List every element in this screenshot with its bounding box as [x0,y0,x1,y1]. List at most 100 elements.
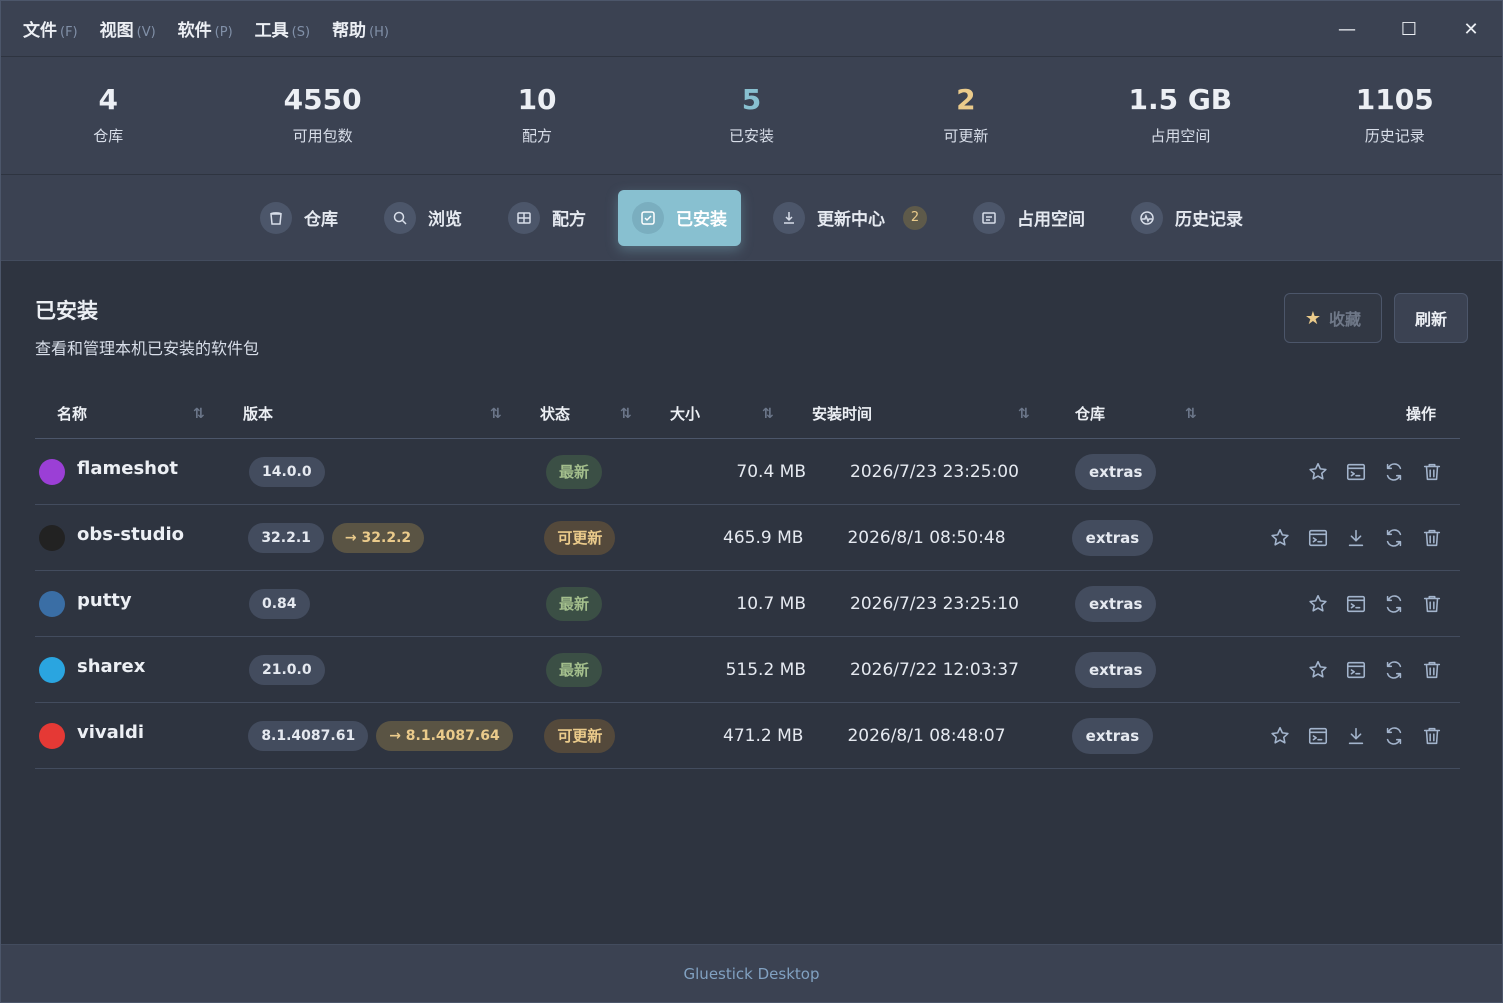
cell-actions [1270,458,1460,486]
menu-software[interactable]: 软件 (P) [178,16,233,41]
favorites-label: 收藏 [1328,310,1361,329]
terminal-icon[interactable] [1342,458,1370,486]
refresh-button[interactable]: 刷新 [1393,293,1468,343]
stat-updatable: 2 可更新 [859,57,1073,174]
package-name[interactable]: flameshot [77,458,178,479]
menu-view[interactable]: 视图 (V) [100,16,156,41]
stat-value: 5 [741,82,762,116]
app-window: 文件 (F) 视图 (V) 软件 (P) 工具 (S) 帮助 (H) — ☐ ✕… [0,0,1503,1003]
tab-buckets[interactable]: 仓库 [246,190,352,246]
reinstall-icon[interactable] [1380,656,1408,684]
uninstall-icon[interactable] [1418,524,1446,552]
status-badge: 最新 [546,586,603,621]
install-time: 2026/8/1 08:48:07 [847,725,1006,746]
page-subtitle: 查看和管理本机已安装的软件包 [35,339,260,358]
header-label: 名称 [57,405,88,423]
status-badge: 可更新 [544,718,616,753]
uninstall-icon[interactable] [1418,458,1446,486]
update-download-icon[interactable] [1342,524,1370,552]
repo-badge: extras [1075,585,1157,622]
tab-history[interactable]: 历史记录 [1117,190,1257,246]
favorite-icon[interactable] [1304,656,1332,684]
favorite-icon[interactable] [1304,590,1332,618]
tab-installed[interactable]: 已安装 [618,189,741,246]
col-time-header[interactable]: 安装时间 ⇅ [810,389,1075,438]
stat-value: 10 [517,82,557,116]
sort-icon[interactable]: ⇅ [193,406,205,422]
stat-label: 仓库 [93,127,124,146]
reinstall-icon[interactable] [1380,458,1408,486]
terminal-icon[interactable] [1342,590,1370,618]
favorite-icon[interactable] [1266,524,1294,552]
menu-file[interactable]: 文件 (F) [23,16,78,41]
uninstall-icon[interactable] [1418,656,1446,684]
tab-disk-usage[interactable]: 占用空间 [959,190,1099,246]
cell-actions [1270,656,1460,684]
sort-icon[interactable]: ⇅ [1018,406,1030,422]
new-version: → 8.1.4087.64 [376,720,513,751]
favorites-button[interactable]: ★ 收藏 [1283,293,1382,343]
terminal-icon[interactable] [1342,656,1370,684]
package-name[interactable]: obs-studio [77,524,184,545]
menu-label: 视图 [99,21,134,41]
cell-version: 0.84 [243,588,540,619]
reinstall-icon[interactable] [1380,590,1408,618]
col-version-header[interactable]: 版本 ⇅ [243,389,540,438]
uninstall-icon[interactable] [1418,722,1446,750]
cell-actions [1266,524,1460,552]
table-row[interactable]: sharex 21.0.0 最新 515.2 MB 2026/7/22 12:0… [35,637,1460,703]
cell-size: 70.4 MB [670,462,810,482]
sort-icon[interactable]: ⇅ [620,406,632,422]
cell-repo: extras [1075,585,1270,622]
stat-label: 占用空间 [1150,127,1211,146]
status-badge: 最新 [546,652,603,687]
maximize-button[interactable]: ☐ [1378,1,1440,57]
sort-icon[interactable]: ⇅ [762,406,774,422]
cell-size: 515.2 MB [670,660,810,680]
col-status-header[interactable]: 状态 ⇅ [540,389,670,438]
favorite-icon[interactable] [1266,722,1294,750]
favorite-icon[interactable] [1304,458,1332,486]
sort-icon[interactable]: ⇅ [490,406,502,422]
table-row[interactable]: vivaldi 8.1.4087.61 → 8.1.4087.64 可更新 47… [35,703,1460,769]
tab-update-center[interactable]: 更新中心 2 [759,190,941,246]
minimize-button[interactable]: — [1316,1,1378,57]
package-name[interactable]: sharex [77,656,145,677]
table-row[interactable]: obs-studio 32.2.1 → 32.2.2 可更新 465.9 MB … [35,505,1460,571]
update-download-icon[interactable] [1342,722,1370,750]
close-button[interactable]: ✕ [1440,1,1502,57]
sort-icon[interactable]: ⇅ [1185,406,1197,422]
table-row[interactable]: putty 0.84 最新 10.7 MB 2026/7/23 23:25:10… [35,571,1460,637]
cell-version: 14.0.0 [243,456,540,487]
table-row[interactable]: flameshot 14.0.0 最新 70.4 MB 2026/7/23 23… [35,439,1460,505]
package-name[interactable]: putty [77,590,132,611]
cell-status: 可更新 [538,718,668,753]
cell-version: 21.0.0 [243,654,540,685]
tab-browse[interactable]: 浏览 [370,190,476,246]
install-time: 2026/7/22 12:03:37 [850,659,1019,680]
package-name[interactable]: vivaldi [77,722,144,743]
reinstall-icon[interactable] [1380,524,1408,552]
menu-tools[interactable]: 工具 (S) [255,16,310,41]
cell-status: 最新 [540,652,670,687]
menu-help[interactable]: 帮助 (H) [332,16,389,41]
terminal-icon[interactable] [1304,722,1332,750]
cell-actions [1270,590,1460,618]
menu-label: 帮助 [332,21,367,41]
stat-available: 4550 可用包数 [215,57,429,174]
uninstall-icon[interactable] [1418,590,1446,618]
status-badge: 可更新 [544,520,616,555]
stat-history: 1105 历史记录 [1288,57,1502,174]
menu-accelerator: (P) [214,25,233,40]
footer-text: Gluestick Desktop [683,964,820,983]
tab-label: 配方 [552,210,586,230]
tab-recipes[interactable]: 配方 [494,190,600,246]
col-repo-header[interactable]: 仓库 ⇅ [1075,389,1270,438]
terminal-icon[interactable] [1304,524,1332,552]
col-name-header[interactable]: 名称 ⇅ [35,389,243,438]
menu-label: 工具 [254,21,289,41]
reinstall-icon[interactable] [1380,722,1408,750]
search-icon [384,201,416,234]
update-count-badge: 2 [903,205,927,230]
col-size-header[interactable]: 大小 ⇅ [670,389,810,438]
